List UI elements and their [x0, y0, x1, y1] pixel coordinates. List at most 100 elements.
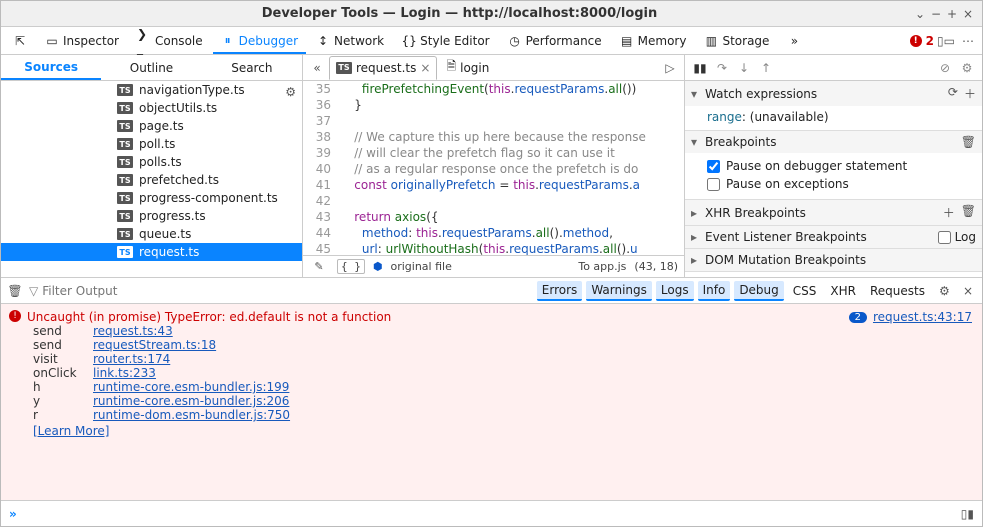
watch-section-header[interactable]: ▾ Watch expressions ⟳＋ — [685, 81, 982, 106]
source-file-item[interactable]: TSprefetched.ts — [1, 171, 302, 189]
stack-location-link[interactable]: runtime-dom.esm-bundler.js:750 — [93, 408, 974, 422]
pause-on-debugger-checkbox[interactable]: Pause on debugger statement — [707, 157, 972, 175]
source-file-item[interactable]: TSnavigationType.ts — [1, 81, 302, 99]
tab-console[interactable]: ❯_Console — [129, 27, 211, 54]
stack-location-link[interactable]: router.ts:174 — [93, 352, 974, 366]
add-icon[interactable]: ＋ — [943, 204, 955, 221]
tab-debugger[interactable]: ⏸Debugger — [213, 27, 306, 54]
event-listener-breakpoints-header[interactable]: ▸ Event Listener Breakpoints Log — [685, 226, 982, 248]
refresh-icon[interactable]: ⟳ — [948, 85, 958, 102]
code-line[interactable]: 45 url: urlWithoutHash(this.requestParam… — [303, 241, 684, 255]
error-count-badge[interactable]: ! 2 — [910, 34, 934, 48]
log-checkbox[interactable] — [938, 231, 951, 244]
edit-icon[interactable]: ✎ — [309, 260, 329, 273]
error-source-link[interactable]: request.ts:43:17 — [873, 310, 972, 324]
source-file-item[interactable]: TSpage.ts — [1, 117, 302, 135]
filter-output-field[interactable] — [42, 284, 162, 298]
code-line[interactable]: 38 // We capture this up here because th… — [303, 129, 684, 145]
learn-more-link[interactable]: [Learn More] — [9, 424, 109, 438]
breakpoints-section-header[interactable]: ▾ Breakpoints 🗑 — [685, 131, 982, 153]
code-line[interactable]: 43 return axios({ — [303, 209, 684, 225]
pause-on-exceptions-checkbox[interactable]: Pause on exceptions — [707, 175, 972, 193]
close-button[interactable]: × — [960, 7, 976, 21]
code-line[interactable]: 40 // as a regular response once the pre… — [303, 161, 684, 177]
responsive-mode-icon[interactable]: ▯▭ — [936, 34, 956, 48]
file-list[interactable]: ⚙ TSnavigationType.tsTSobjectUtils.tsTSp… — [1, 81, 302, 277]
dock-button[interactable]: ⇱ — [5, 27, 35, 54]
code-line[interactable]: 39 // will clear the prefetch flag so it… — [303, 145, 684, 161]
run-icon[interactable]: ▷ — [660, 61, 680, 75]
close-console-icon[interactable]: × — [958, 282, 978, 300]
source-file-item[interactable]: TSprogress-component.ts — [1, 189, 302, 207]
kebab-menu-icon[interactable]: ⋯ — [958, 34, 978, 48]
source-file-item[interactable]: TSprogress.ts — [1, 207, 302, 225]
collapse-icon[interactable]: ⌄ — [912, 7, 928, 21]
minimize-button[interactable]: − — [928, 7, 944, 21]
code-line[interactable]: 37 — [303, 113, 684, 129]
code-line[interactable]: 35 firePrefetchingEvent(this.requestPara… — [303, 81, 684, 97]
more-tools-icon[interactable]: » — [779, 27, 809, 54]
xhr-breakpoints-header[interactable]: ▸ XHR Breakpoints ＋🗑 — [685, 200, 982, 225]
console-input-prompt[interactable]: » — [9, 507, 17, 521]
subtab-sources[interactable]: Sources — [1, 55, 101, 80]
filter-warnings[interactable]: Warnings — [586, 281, 652, 301]
sources-panel: Sources Outline Search ⚙ TSnavigationTyp… — [1, 55, 303, 277]
subtab-outline[interactable]: Outline — [101, 55, 201, 80]
trash-icon[interactable]: 🗑 — [5, 284, 25, 298]
filter-input[interactable]: ▽ — [29, 284, 162, 298]
code-line[interactable]: 44 method: this.requestParams.all().meth… — [303, 225, 684, 241]
code-area[interactable]: 35 firePrefetchingEvent(this.requestPara… — [303, 81, 684, 255]
disable-breakpoints-icon[interactable]: ⊘ — [936, 61, 954, 75]
editor-tab-request[interactable]: TS request.ts × — [329, 56, 437, 80]
step-in-button[interactable]: ↓ — [735, 61, 753, 75]
source-file-item[interactable]: TSrequest.ts — [1, 243, 302, 261]
tab-memory[interactable]: ▤Memory — [612, 27, 695, 54]
console-output[interactable]: 2 request.ts:43:17 ! Uncaught (in promis… — [1, 304, 982, 500]
add-icon[interactable]: ＋ — [964, 85, 976, 102]
filter-errors[interactable]: Errors — [537, 281, 583, 301]
close-icon[interactable]: × — [420, 61, 430, 75]
step-over-button[interactable]: ↷ — [713, 61, 731, 75]
stack-location-link[interactable]: requestStream.ts:18 — [93, 338, 974, 352]
code-line[interactable]: 42 — [303, 193, 684, 209]
stack-location-link[interactable]: link.ts:233 — [93, 366, 974, 380]
source-file-name: navigationType.ts — [139, 83, 245, 97]
stack-location-link[interactable]: request.ts:43 — [93, 324, 974, 338]
step-out-button[interactable]: ↑ — [757, 61, 775, 75]
split-console-icon[interactable]: ▯▮ — [961, 507, 974, 521]
filter-requests[interactable]: Requests — [865, 282, 930, 300]
subtab-search[interactable]: Search — [202, 55, 302, 80]
watch-item[interactable]: range: (unavailable) — [685, 106, 982, 130]
code-line[interactable]: 41 const originallyPrefetch = this.reque… — [303, 177, 684, 193]
source-file-item[interactable]: TSpolls.ts — [1, 153, 302, 171]
gear-icon[interactable]: ⚙ — [285, 85, 296, 99]
filter-logs[interactable]: Logs — [656, 281, 694, 301]
tab-storage[interactable]: ▥Storage — [696, 27, 777, 54]
source-file-item[interactable]: TSqueue.ts — [1, 225, 302, 243]
stack-location-link[interactable]: runtime-core.esm-bundler.js:199 — [93, 380, 974, 394]
filter-info[interactable]: Info — [698, 281, 731, 301]
source-file-item[interactable]: TSpoll.ts — [1, 135, 302, 153]
console-settings-icon[interactable]: ⚙ — [934, 282, 954, 300]
pause-resume-button[interactable]: ▮▮ — [691, 61, 709, 75]
maximize-button[interactable]: + — [944, 7, 960, 21]
stack-location-link[interactable]: runtime-core.esm-bundler.js:206 — [93, 394, 974, 408]
filter-debug[interactable]: Debug — [734, 281, 783, 301]
tab-network[interactable]: ↕Network — [308, 27, 392, 54]
source-file-item[interactable]: TSobjectUtils.ts — [1, 99, 302, 117]
filter-css[interactable]: CSS — [788, 282, 822, 300]
dom-mutation-breakpoints-header[interactable]: ▸ DOM Mutation Breakpoints — [685, 249, 982, 271]
dom-mutation-breakpoints-title: DOM Mutation Breakpoints — [705, 253, 866, 267]
tab-performance[interactable]: ◷Performance — [500, 27, 610, 54]
trash-icon[interactable]: 🗑 — [961, 204, 976, 221]
tab-inspector[interactable]: ▭Inspector — [37, 27, 127, 54]
pretty-print-button[interactable]: { } — [337, 259, 365, 274]
line-number: 38 — [303, 129, 339, 145]
debugger-settings-icon[interactable]: ⚙ — [958, 61, 976, 75]
tab-style-editor[interactable]: {}Style Editor — [394, 27, 497, 54]
trash-icon[interactable]: 🗑 — [961, 135, 976, 149]
filter-xhr[interactable]: XHR — [825, 282, 861, 300]
code-line[interactable]: 36 } — [303, 97, 684, 113]
editor-tab-login[interactable]: 🗎 login — [439, 52, 496, 83]
editor-tabs-scroll-icon[interactable]: « — [307, 61, 327, 75]
